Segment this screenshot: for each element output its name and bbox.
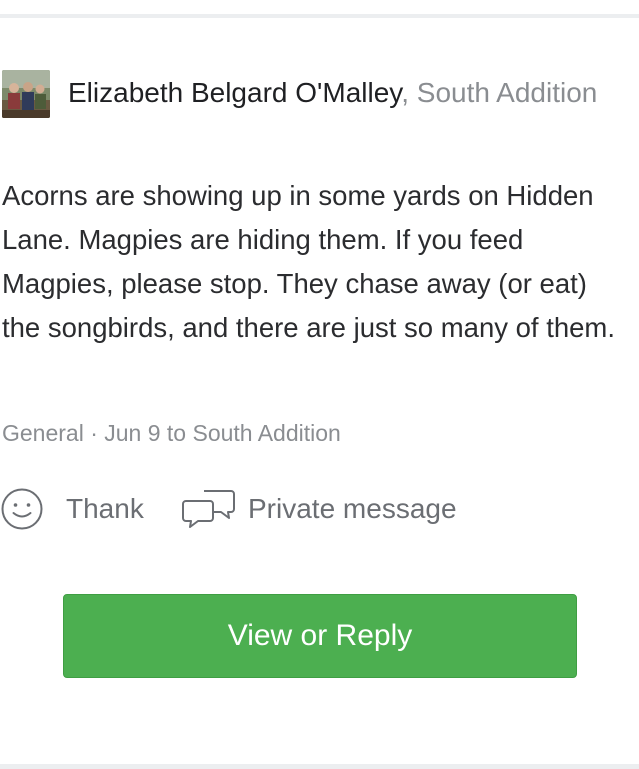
view-or-reply-button[interactable]: View or Reply xyxy=(63,594,577,678)
smiley-icon xyxy=(1,488,43,530)
author-avatar[interactable] xyxy=(2,70,50,118)
private-message-button[interactable]: Private message xyxy=(180,486,457,532)
thank-label: Thank xyxy=(66,493,144,524)
author-neighborhood[interactable]: , South Addition xyxy=(401,77,597,108)
bottom-divider xyxy=(0,764,639,769)
post-header: Elizabeth Belgard O'Malley, South Additi… xyxy=(68,71,608,115)
private-message-label: Private message xyxy=(248,493,457,524)
post-meta[interactable]: General · Jun 9 to South Addition xyxy=(2,418,341,448)
post-body: Acorns are showing up in some yards on H… xyxy=(2,180,615,343)
top-divider xyxy=(0,14,639,18)
author-name[interactable]: Elizabeth Belgard O'Malley xyxy=(68,77,401,108)
post-actions: Thank Private message xyxy=(0,486,639,532)
avatar-photo xyxy=(2,70,50,118)
post-card: Elizabeth Belgard O'Malley, South Additi… xyxy=(0,0,639,769)
chat-bubbles-icon xyxy=(182,490,235,528)
thank-button[interactable]: Thank xyxy=(0,486,144,532)
